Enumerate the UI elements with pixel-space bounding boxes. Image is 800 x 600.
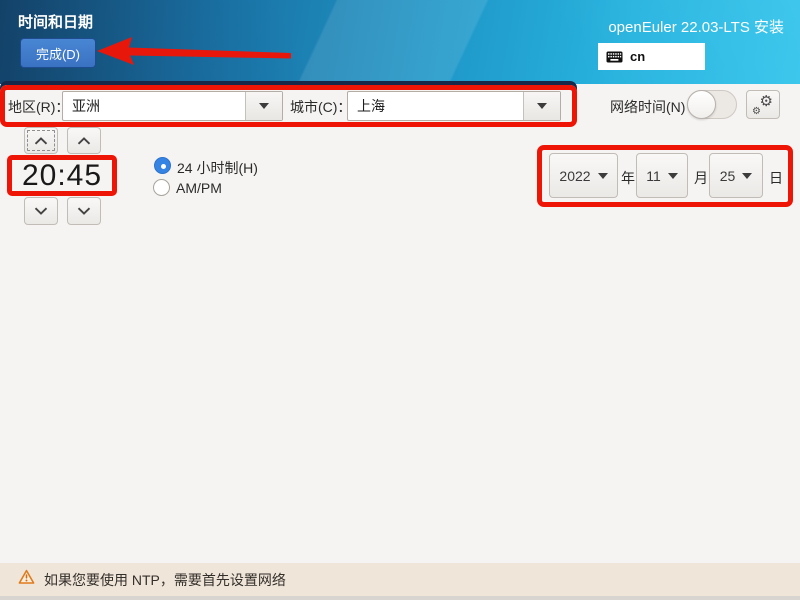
chevron-up-icon (77, 136, 91, 144)
region-dropdown-button[interactable] (245, 92, 282, 120)
chevron-down-icon (742, 172, 753, 179)
radio-ampm[interactable] (153, 179, 170, 196)
minute-up-button[interactable] (67, 127, 101, 154)
minute-down-button[interactable] (67, 197, 101, 225)
radio-ampm-label[interactable]: AM/PM (176, 180, 222, 196)
header-banner: 时间和日期 完成(D) openEuler 22.03-LTS 安装 cn (0, 0, 800, 84)
gear-icon: ⚙ ⚙ (752, 91, 773, 117)
region-combobox[interactable] (62, 91, 283, 121)
installer-product-title: openEuler 22.03-LTS 安装 (608, 19, 784, 36)
annotation-rect-time: 20:45 (7, 155, 117, 196)
keyboard-layout-indicator[interactable]: cn (598, 43, 705, 70)
warning-icon (18, 569, 35, 590)
chevron-down-icon (77, 207, 91, 215)
network-time-label: 网络时间(N) (610, 99, 686, 115)
toggle-knob (687, 90, 716, 119)
chevron-down-icon (597, 172, 608, 179)
month-dropdown[interactable]: 11 (636, 153, 688, 198)
chevron-down-icon (537, 103, 547, 109)
region-input[interactable] (63, 92, 245, 120)
radio-24h-label[interactable]: 24 小时制(H) (177, 158, 258, 178)
page-title: 时间和日期 (18, 14, 94, 31)
chevron-down-icon (259, 103, 269, 109)
chevron-down-icon (667, 172, 678, 179)
done-button[interactable]: 完成(D) (20, 38, 96, 68)
chevron-down-icon (34, 207, 48, 215)
keyboard-layout-code: cn (630, 49, 646, 64)
radio-24h[interactable] (154, 157, 171, 174)
hour-down-button[interactable] (24, 197, 58, 225)
city-combobox[interactable] (347, 91, 561, 121)
ntp-settings-button[interactable]: ⚙ ⚙ (746, 90, 780, 119)
network-time-toggle[interactable] (687, 90, 737, 119)
month-value: 11 (646, 167, 661, 184)
warning-message: 如果您要使用 NTP，需要首先设置网络 (44, 571, 286, 588)
city-label: 城市(C)： (290, 99, 352, 115)
chevron-up-icon (34, 136, 48, 144)
keyboard-icon (606, 51, 623, 63)
year-dropdown[interactable]: 2022 (549, 153, 618, 198)
year-suffix-label: 年 (621, 170, 635, 186)
city-dropdown-button[interactable] (523, 92, 560, 120)
city-input[interactable] (348, 92, 523, 120)
annotation-arrow (97, 37, 291, 65)
done-button-label: 完成(D) (35, 46, 81, 62)
bottom-strip (0, 596, 800, 600)
year-value: 2022 (559, 167, 591, 184)
month-suffix-label: 月 (694, 170, 708, 186)
time-display: 20:45 (21, 158, 103, 192)
warning-bar: 如果您要使用 NTP，需要首先设置网络 (0, 563, 800, 596)
region-label: 地区(R)： (8, 99, 70, 115)
hour-up-button[interactable] (24, 127, 58, 154)
day-dropdown[interactable]: 25 (709, 153, 763, 198)
day-value: 25 (719, 167, 736, 184)
day-suffix-label: 日 (769, 170, 783, 186)
